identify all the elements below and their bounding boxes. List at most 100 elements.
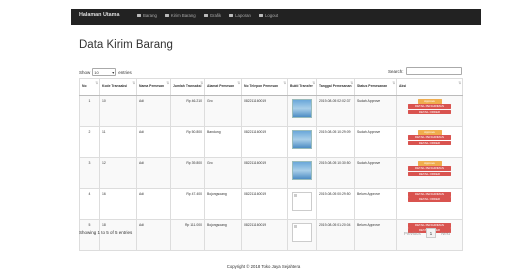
- footer-copyright: Copyright © 2018 Toko Jaya Sejahtera: [226, 264, 301, 269]
- nav-item-logout[interactable]: Logout: [258, 13, 278, 18]
- cell-actions: Approve DETAIL PENGIRIMAN DETAIL ORDER: [396, 157, 463, 189]
- detail-order-button[interactable]: DETAIL ORDER: [408, 109, 451, 115]
- cell-nama: Adi: [136, 157, 171, 189]
- cell-alamat: Bojongsoang: [204, 188, 242, 220]
- table-row: 1 10 Adi Rp 46.210 Gro 082211160019 2019-08-05…: [79, 95, 463, 127]
- search-input[interactable]: [405, 67, 462, 75]
- cell-jumlah: Rp 111.000: [170, 219, 205, 251]
- cell-tanggal: 2019-08-05 10:29:09: [316, 126, 355, 158]
- table-info: Showing 1 to 5 of 5 entries: [79, 230, 133, 235]
- nav-item-label: Grafik: [209, 13, 222, 18]
- sort-icon: ⇅: [132, 81, 135, 85]
- column-header[interactable]: Bukti Transfer ⇅: [287, 78, 317, 96]
- detail-pengiriman-button[interactable]: DETAIL PENGIRIMAN: [408, 104, 451, 109]
- cell-kode: 10: [99, 95, 137, 127]
- nav-item-laporan[interactable]: Laporan: [229, 13, 251, 18]
- sort-icon: ⇅: [312, 81, 315, 85]
- transfer-proof-image[interactable]: [292, 99, 312, 118]
- entries-select-value: 10: [94, 69, 99, 75]
- nav-item-grafik[interactable]: Grafik: [203, 13, 222, 18]
- detail-pengiriman-button[interactable]: DETAIL PENGIRIMAN: [408, 192, 451, 197]
- column-header-label: Bukti Transfer: [290, 84, 313, 89]
- column-header[interactable]: Tanggal Pemesanan ⇅: [316, 78, 355, 96]
- column-header[interactable]: No Telepon Pemesan ⇅: [241, 78, 288, 96]
- column-header-label: Kode Transaksi: [102, 84, 128, 89]
- broken-image-icon[interactable]: [292, 192, 312, 211]
- cell-kode: 11: [99, 126, 137, 158]
- cell-nama: Adi: [136, 126, 171, 158]
- sort-icon: ⇅: [237, 81, 240, 85]
- cell-kode: 16: [99, 188, 137, 220]
- column-header-label: Tanggal Pemesanan: [319, 84, 352, 89]
- cell-alamat: Gro: [204, 157, 242, 189]
- previous-page-button[interactable]: Previous: [402, 230, 423, 237]
- nav-item-kirim-barang[interactable]: Kirim Barang: [164, 13, 196, 18]
- cell-telepon: 082211160019: [241, 126, 288, 158]
- cell-telepon: 082211160019: [241, 157, 288, 189]
- column-header[interactable]: Status Pemesanan ⇅: [354, 78, 397, 96]
- box-icon: [137, 13, 141, 18]
- cell-no: 1: [79, 95, 100, 127]
- column-header-label: Alamat Pemesan: [207, 84, 235, 89]
- cell-no: 2: [79, 126, 100, 158]
- transfer-proof-image[interactable]: [292, 161, 312, 180]
- cell-jumlah: Rp 50.800: [170, 126, 205, 158]
- detail-pengiriman-button[interactable]: DETAIL PENGIRIMAN: [408, 166, 451, 171]
- cell-telepon: 082211160019: [241, 95, 288, 127]
- cell-telepon: 082211160019: [241, 188, 288, 220]
- cell-kode: 18: [99, 219, 137, 251]
- nav-item-barang[interactable]: Barang: [137, 13, 157, 18]
- approve-button[interactable]: Approve: [417, 161, 442, 166]
- cell-jumlah: Rp 47.400: [170, 188, 205, 220]
- broken-image-icon[interactable]: [292, 223, 312, 242]
- file-icon: [229, 13, 234, 18]
- brand-link[interactable]: Halaman Utama: [79, 12, 119, 18]
- column-header[interactable]: Kode Transaksi ⇅: [99, 78, 137, 96]
- detail-pengiriman-button[interactable]: DETAIL PENGIRIMAN: [408, 135, 451, 140]
- chart-icon: [203, 13, 208, 18]
- sort-icon: ⇅: [458, 81, 461, 85]
- cell-bukti-transfer: [287, 219, 317, 251]
- cell-status: Sudah Approve: [354, 157, 397, 189]
- current-page-button[interactable]: 1: [425, 228, 437, 238]
- cell-bukti-transfer: [287, 126, 317, 158]
- show-label: Show: [79, 69, 91, 75]
- cell-bukti-transfer: [287, 95, 317, 127]
- pagination: Previous 1 Next: [402, 228, 452, 238]
- detail-order-button[interactable]: DETAIL ORDER: [408, 197, 451, 202]
- page-title: Data Kirim Barang: [79, 39, 173, 51]
- column-header[interactable]: No ⇅: [79, 78, 100, 96]
- transfer-proof-image[interactable]: [292, 130, 312, 149]
- entries-select[interactable]: 10 ▾: [92, 68, 117, 76]
- detail-order-button[interactable]: DETAIL ORDER: [408, 140, 451, 146]
- sort-icon: ⇅: [200, 81, 203, 85]
- cell-status: Belum Approve: [354, 219, 397, 251]
- column-header[interactable]: Jumlah Transaksi ⇅: [170, 78, 205, 96]
- approve-button[interactable]: Approve: [417, 99, 442, 104]
- truck-icon: [164, 13, 169, 18]
- next-page-button[interactable]: Next: [439, 230, 452, 237]
- column-header[interactable]: Aksi ⇅: [396, 78, 463, 96]
- sort-icon: ⇅: [166, 81, 169, 85]
- cell-tanggal: 2019-08-05 02:02:37: [316, 95, 355, 127]
- column-header[interactable]: Alamat Pemesan ⇅: [204, 78, 242, 96]
- cell-status: Sudah Approve: [354, 95, 397, 127]
- sort-icon: ⇅: [350, 81, 353, 85]
- column-header[interactable]: Nama Pemesan ⇅: [136, 78, 171, 96]
- column-header-label: Nama Pemesan: [139, 84, 165, 89]
- cell-jumlah: Rp 39.800: [170, 157, 205, 189]
- nav-menu: Barang Kirim Barang Grafik Laporan Logout: [137, 13, 278, 18]
- logout-icon: [258, 13, 263, 18]
- cell-jumlah: Rp 46.210: [170, 95, 205, 127]
- entries-label: entries: [118, 69, 132, 75]
- cell-tanggal: 2019-08-05 10:30:50: [316, 157, 355, 189]
- cell-nama: Adi: [136, 188, 171, 220]
- cell-bukti-transfer: [287, 188, 317, 220]
- approve-button[interactable]: Approve: [417, 130, 442, 135]
- nav-item-label: Kirim Barang: [170, 13, 196, 18]
- cell-nama: Adi: [136, 95, 171, 127]
- cell-no: 4: [79, 188, 100, 220]
- detail-pengiriman-button[interactable]: DETAIL PENGIRIMAN: [408, 223, 451, 228]
- detail-order-button[interactable]: DETAIL ORDER: [408, 171, 451, 177]
- column-header-label: No Telepon Pemesan: [244, 84, 279, 89]
